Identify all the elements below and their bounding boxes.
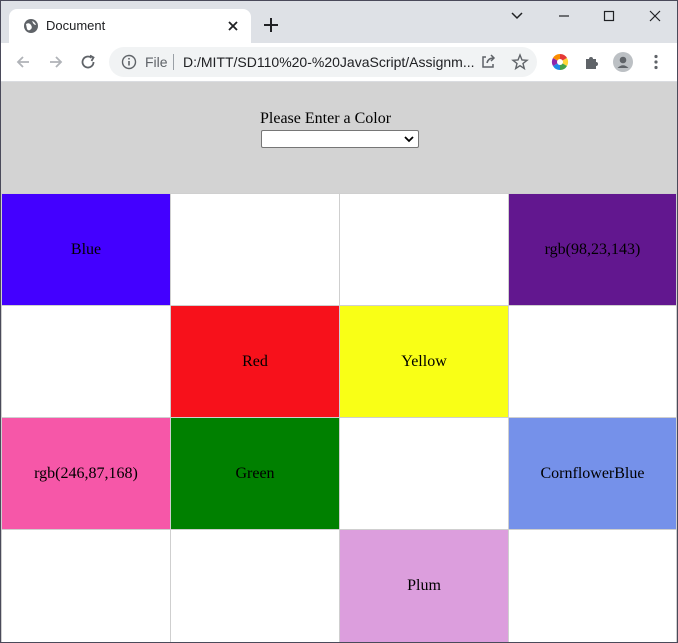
- url-text[interactable]: D:/MITT/SD110%20-%20JavaScript/Assignm..…: [183, 54, 475, 70]
- color-extension-button[interactable]: [550, 52, 570, 72]
- color-cell: [170, 193, 340, 306]
- tab-strip: Document: [1, 1, 677, 43]
- globe-icon: [24, 19, 38, 33]
- color-cell: Blue: [1, 193, 171, 306]
- color-cell: [1, 529, 171, 642]
- minimize-icon: [559, 15, 569, 17]
- kebab-menu-icon: [654, 54, 658, 70]
- page-content: Please Enter a Color Blue rgb(98,23,143) R…: [1, 82, 677, 642]
- color-cell: Plum: [339, 529, 509, 642]
- reload-button[interactable]: [78, 52, 98, 72]
- color-cell-label: Blue: [70, 240, 102, 258]
- color-cell-label: Red: [242, 352, 268, 370]
- forward-arrow-icon: [50, 56, 63, 68]
- profile-button[interactable]: [613, 52, 633, 72]
- color-cell-label: rgb(246,87,168): [34, 464, 138, 482]
- maximize-button[interactable]: [589, 5, 629, 27]
- color-cell: [339, 193, 509, 306]
- maximize-icon: [603, 10, 615, 22]
- back-button[interactable]: [13, 52, 33, 72]
- color-cell: [170, 529, 340, 642]
- color-cell-label: CornflowerBlue: [540, 464, 645, 482]
- color-cell: rgb(98,23,143): [508, 193, 677, 306]
- color-select[interactable]: [261, 130, 419, 148]
- omnibox-divider: [173, 54, 174, 70]
- menu-button[interactable]: [646, 52, 666, 72]
- color-cell: Green: [170, 417, 340, 530]
- color-wheel-icon: [551, 53, 569, 71]
- address-bar[interactable]: File D:/MITT/SD110%20-%20JavaScript/Assi…: [109, 47, 537, 77]
- color-cell-label: Green: [235, 464, 275, 482]
- color-cell: CornflowerBlue: [508, 417, 677, 530]
- extensions-button[interactable]: [582, 52, 602, 72]
- close-window-button[interactable]: [635, 5, 675, 27]
- color-cell-label: Plum: [407, 577, 441, 594]
- color-cell-label: rgb(98,23,143): [544, 240, 641, 258]
- color-cell: [1, 305, 171, 418]
- color-prompt-label: Please Enter a Color: [260, 110, 392, 127]
- color-cell: rgb(246,87,168): [1, 417, 171, 530]
- info-icon[interactable]: [121, 54, 137, 70]
- color-cell: [339, 417, 509, 530]
- color-grid: Blue rgb(98,23,143) Red Yellow rgb(246,87,16…: [1, 193, 677, 642]
- color-cell: [508, 305, 677, 418]
- avatar-icon: [613, 52, 633, 72]
- new-tab-icon[interactable]: [261, 15, 281, 35]
- color-cell: [508, 529, 677, 642]
- color-cell-label: Yellow: [401, 352, 447, 370]
- forward-button[interactable]: [46, 52, 66, 72]
- puzzle-icon: [586, 57, 598, 69]
- back-arrow-icon: [16, 56, 29, 68]
- scheme-label: File: [145, 54, 168, 70]
- tab-title: Document: [46, 18, 106, 33]
- browser-window: Document File D:/MITT/SD110%20-%20JavaSc…: [0, 0, 678, 643]
- color-cell: Red: [170, 305, 340, 418]
- reload-icon: [81, 54, 95, 69]
- close-icon: [649, 10, 661, 22]
- tab-document[interactable]: Document: [9, 9, 251, 43]
- color-prompt-header: Please Enter a Color: [1, 82, 677, 193]
- chevron-down-icon: [511, 12, 523, 20]
- tab-search-button[interactable]: [497, 5, 537, 27]
- bookmark-star-icon[interactable]: [511, 53, 529, 71]
- minimize-button[interactable]: [544, 5, 584, 27]
- close-tab-icon[interactable]: [224, 17, 242, 35]
- share-icon[interactable]: [479, 53, 497, 71]
- chevron-down-icon: [404, 136, 414, 143]
- browser-toolbar: File D:/MITT/SD110%20-%20JavaScript/Assi…: [1, 43, 677, 82]
- color-cell: Yellow: [339, 305, 509, 418]
